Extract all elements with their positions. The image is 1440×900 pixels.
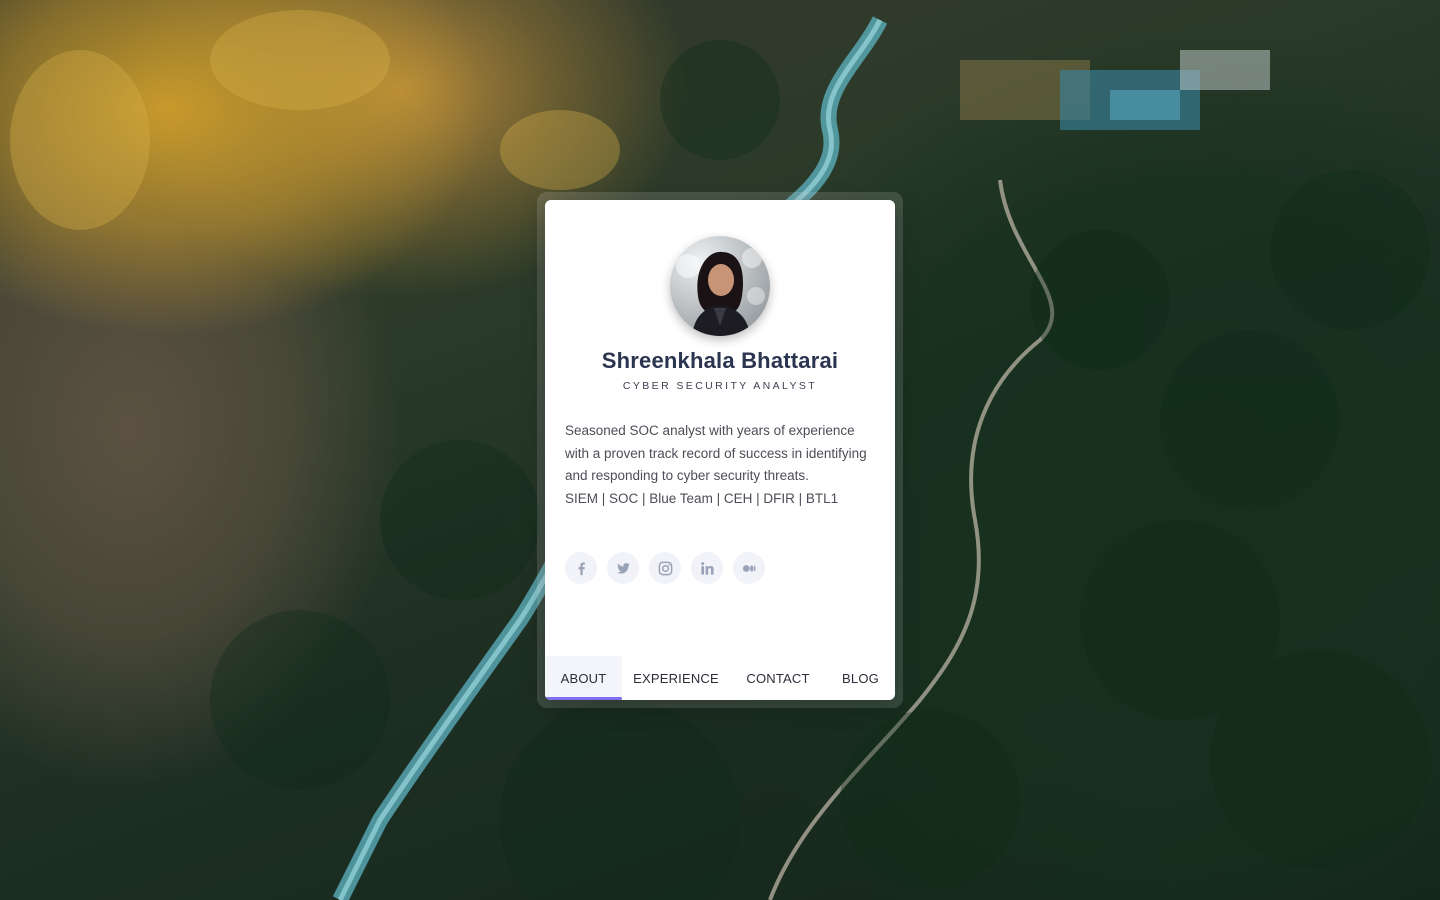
instagram-icon[interactable] [649,552,681,584]
profile-role: CYBER SECURITY ANALYST [622,380,818,392]
social-links [565,552,765,584]
facebook-icon[interactable] [565,552,597,584]
profile-name: Shreenkhala Bhattarai [601,348,839,373]
nav-tabs: ABOUT EXPERIENCE CONTACT BLOG [545,656,895,700]
tab-experience[interactable]: EXPERIENCE [622,656,730,700]
tab-contact[interactable]: CONTACT [730,656,826,700]
skills-text: SIEM | SOC | Blue Team | CEH | DFIR | BT… [565,490,839,506]
bio-text: Seasoned SOC analyst with years of exper… [565,423,867,483]
linkedin-icon[interactable] [691,552,723,584]
twitter-icon[interactable] [607,552,639,584]
tab-about[interactable]: ABOUT [545,656,622,700]
avatar [670,236,770,336]
medium-icon[interactable] [733,552,765,584]
profile-bio: Seasoned SOC analyst with years of exper… [565,420,880,510]
tab-blog[interactable]: BLOG [826,656,895,700]
profile-card: Shreenkhala Bhattarai CYBER SECURITY ANA… [545,200,895,700]
